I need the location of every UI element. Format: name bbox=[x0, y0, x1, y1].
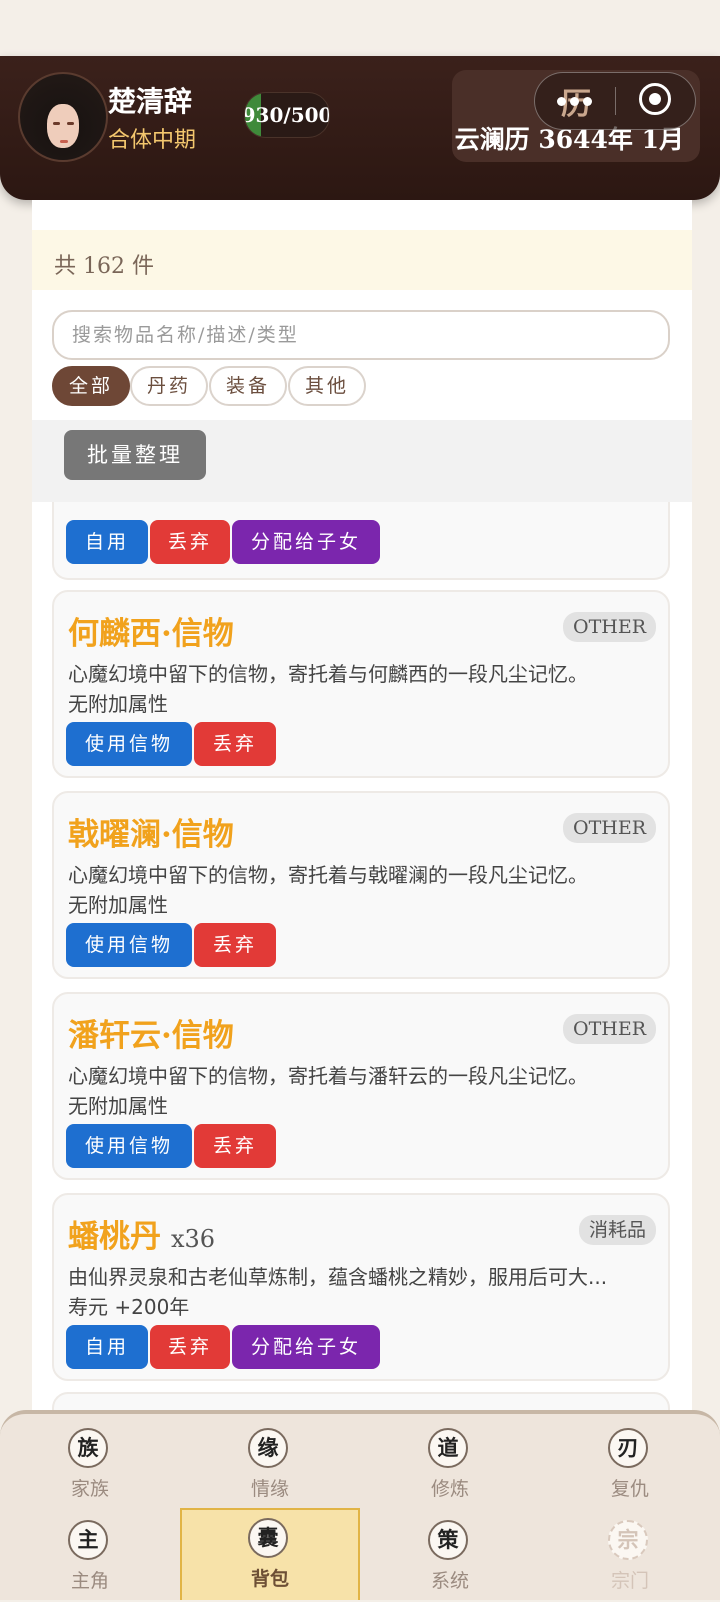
bottom-navigation: 族 家族 缘 情缘 道 修炼 刃 复仇 主 主角 囊 背包 策 系统 宗 宗门 bbox=[0, 1410, 720, 1600]
item-type-tag: OTHER bbox=[563, 813, 656, 843]
discard-button[interactable]: 丢弃 bbox=[194, 722, 276, 766]
item-card: 戟曜澜·信物 OTHER 心魔幻境中留下的信物，寄托着与戟曜澜的一段凡尘记忆。 … bbox=[52, 791, 670, 979]
item-type-tag: 消耗品 bbox=[578, 1215, 656, 1245]
nav-label: 宗门 bbox=[610, 1570, 649, 1592]
cultivation-realm: 合体中期 bbox=[108, 128, 197, 153]
item-attr: 无附加属性 bbox=[68, 1094, 168, 1118]
nav-label: 系统 bbox=[430, 1570, 469, 1592]
discard-button[interactable]: 丢弃 bbox=[194, 923, 276, 967]
filter-other[interactable]: 其他 bbox=[288, 366, 366, 406]
filter-equipment[interactable]: 装备 bbox=[209, 366, 287, 406]
item-name: 何麟西·信物 bbox=[68, 616, 234, 652]
discard-button[interactable]: 丢弃 bbox=[194, 1124, 276, 1168]
inventory-count: 共 162 件 bbox=[54, 254, 154, 279]
item-description: 心魔幻境中留下的信物，寄托着与潘轩云的一段凡尘记忆。 bbox=[68, 1064, 588, 1088]
filter-pills[interactable]: 丹药 bbox=[130, 366, 208, 406]
item-attr: 无附加属性 bbox=[68, 893, 168, 917]
item-card: 蟠桃丹 x36 消耗品 由仙界灵泉和古老仙草炼制，蕴含蟠桃之精妙，服用后可大...… bbox=[52, 1193, 670, 1381]
use-token-button[interactable]: 使用信物 bbox=[66, 722, 192, 766]
nav-cultivate[interactable]: 道 修炼 bbox=[360, 1418, 540, 1510]
item-type-tag: OTHER bbox=[563, 1014, 656, 1044]
nav-label: 情缘 bbox=[250, 1478, 289, 1500]
batch-toolbar: 批量整理 bbox=[32, 420, 692, 502]
nav-label: 背包 bbox=[250, 1568, 289, 1590]
nav-label: 家族 bbox=[70, 1478, 109, 1500]
use-token-button[interactable]: 使用信物 bbox=[66, 923, 192, 967]
nav-system[interactable]: 策 系统 bbox=[360, 1510, 540, 1602]
item-card-partial: 修为 +200000 自用 丢弃 分配给子女 bbox=[52, 490, 670, 580]
item-name: 戟曜澜·信物 bbox=[68, 817, 234, 853]
self-use-button[interactable]: 自用 bbox=[66, 1325, 148, 1369]
family-icon: 族 bbox=[68, 1428, 108, 1468]
item-quantity: x36 bbox=[171, 1225, 216, 1253]
batch-organize-button[interactable]: 批量整理 bbox=[64, 430, 206, 480]
nav-label: 修炼 bbox=[430, 1478, 469, 1500]
more-dots-icon[interactable] bbox=[557, 97, 593, 107]
discard-button[interactable]: 丢弃 bbox=[150, 520, 230, 564]
cultivate-icon: 道 bbox=[428, 1428, 468, 1468]
item-card: 何麟西·信物 OTHER 心魔幻境中留下的信物，寄托着与何麟西的一段凡尘记忆。 … bbox=[52, 590, 670, 778]
mini-program-capsule: 历 bbox=[534, 72, 696, 130]
nav-sect: 宗 宗门 bbox=[540, 1510, 720, 1602]
filter-all[interactable]: 全部 bbox=[52, 366, 130, 406]
nav-label: 复仇 bbox=[610, 1478, 649, 1500]
protagonist-icon: 主 bbox=[68, 1520, 108, 1560]
bag-icon: 囊 bbox=[248, 1518, 288, 1558]
item-name: 蟠桃丹 x36 bbox=[68, 1211, 215, 1256]
top-header: 楚清辞 合体中期 930/5000 云澜历 3644年 1月 历 bbox=[0, 56, 720, 200]
item-attr: 无附加属性 bbox=[68, 692, 168, 716]
romance-icon: 缘 bbox=[248, 1428, 288, 1468]
nav-protagonist[interactable]: 主 主角 bbox=[0, 1510, 180, 1602]
item-description: 心魔幻境中留下的信物，寄托着与何麟西的一段凡尘记忆。 bbox=[68, 662, 588, 686]
strategy-icon: 策 bbox=[428, 1520, 468, 1560]
avatar[interactable] bbox=[18, 72, 108, 162]
self-use-button[interactable]: 自用 bbox=[66, 520, 148, 564]
item-description: 由仙界灵泉和古老仙草炼制，蕴含蟠桃之精妙，服用后可大... bbox=[68, 1265, 608, 1289]
hp-text: 930/5000 bbox=[244, 103, 329, 127]
nav-family[interactable]: 族 家族 bbox=[0, 1418, 180, 1510]
nav-romance[interactable]: 缘 情缘 bbox=[180, 1418, 360, 1510]
item-description: 心魔幻境中留下的信物，寄托着与戟曜澜的一段凡尘记忆。 bbox=[68, 863, 588, 887]
hp-bar: 930/5000 bbox=[244, 92, 330, 138]
inventory-count-bar: 共 162 件 bbox=[32, 230, 692, 290]
item-type-tag: OTHER bbox=[563, 612, 656, 642]
character-name: 楚清辞 bbox=[108, 87, 193, 118]
search-input[interactable] bbox=[52, 310, 670, 360]
item-card: 潘轩云·信物 OTHER 心魔幻境中留下的信物，寄托着与潘轩云的一段凡尘记忆。 … bbox=[52, 992, 670, 1180]
item-attr: 寿元 +200年 bbox=[68, 1295, 190, 1319]
target-icon[interactable] bbox=[639, 83, 671, 115]
item-name-text: 蟠桃丹 bbox=[68, 1219, 161, 1255]
use-token-button[interactable]: 使用信物 bbox=[66, 1124, 192, 1168]
discard-button[interactable]: 丢弃 bbox=[150, 1325, 230, 1369]
nav-backpack[interactable]: 囊 背包 bbox=[180, 1508, 360, 1600]
assign-to-children-button[interactable]: 分配给子女 bbox=[232, 520, 380, 564]
sect-icon: 宗 bbox=[608, 1520, 648, 1560]
blade-icon: 刃 bbox=[608, 1428, 648, 1468]
item-name: 潘轩云·信物 bbox=[68, 1018, 234, 1054]
nav-revenge[interactable]: 刃 复仇 bbox=[540, 1418, 720, 1510]
assign-to-children-button[interactable]: 分配给子女 bbox=[232, 1325, 380, 1369]
nav-label: 主角 bbox=[70, 1570, 109, 1592]
